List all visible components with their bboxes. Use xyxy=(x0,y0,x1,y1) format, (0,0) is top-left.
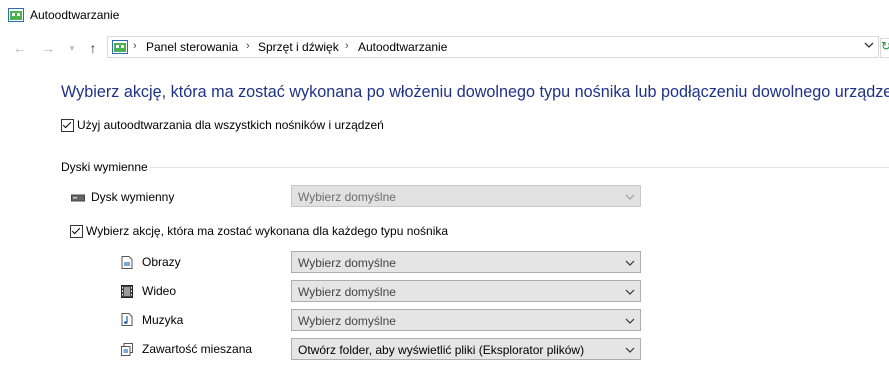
chevron-down-icon xyxy=(625,194,635,200)
removable-drive-select-value: Wybierz domyślne xyxy=(298,190,396,204)
chevron-down-icon xyxy=(625,318,635,324)
chevron-down-icon xyxy=(625,347,635,353)
video-select-value: Wybierz domyślne xyxy=(298,285,396,299)
media-label-wideo: Wideo xyxy=(142,284,177,298)
video-select[interactable]: Wybierz domyślne xyxy=(291,280,641,302)
use-autoplay-checkbox[interactable] xyxy=(61,119,74,132)
address-bar[interactable]: › Panel sterowania › Sprzęt i dźwięk › A… xyxy=(107,36,879,58)
removable-drive-icon xyxy=(71,194,85,202)
music-note-icon xyxy=(121,313,133,326)
music-select[interactable]: Wybierz domyślne xyxy=(291,309,641,331)
breadcrumb-separator: › xyxy=(345,40,349,52)
music-select-value: Wybierz domyślne xyxy=(298,314,396,328)
images-select[interactable]: Wybierz domyślne xyxy=(291,251,641,273)
mixed-content-icon xyxy=(121,343,133,356)
removable-drives-group-title: Dyski wymienne xyxy=(61,160,148,174)
media-label-muzyka: Muzyka xyxy=(142,313,184,327)
media-label-zawartosc-mieszana: Zawartość mieszana xyxy=(142,342,253,356)
arrow-left-icon[interactable]: ← xyxy=(12,40,28,56)
breadcrumb-separator: › xyxy=(133,40,137,52)
navigation-bar: ← → ▾ ↑ › Panel sterowania › Sprzęt i dź… xyxy=(0,34,889,64)
breadcrumb-sprzet-i-dzwiek[interactable]: Sprzęt i dźwięk xyxy=(258,40,339,54)
removable-drive-select[interactable]: Wybierz domyślne xyxy=(291,185,641,207)
arrow-right-icon[interactable]: → xyxy=(40,40,56,56)
chevron-down-icon[interactable]: ▾ xyxy=(64,40,80,56)
film-icon xyxy=(121,285,133,298)
refresh-icon[interactable]: ↻ xyxy=(880,38,889,58)
group-divider xyxy=(150,167,889,168)
address-dropdown-icon[interactable] xyxy=(862,39,876,55)
breadcrumb-separator: › xyxy=(246,40,250,52)
arrow-up-icon[interactable]: ↑ xyxy=(85,40,101,56)
mixed-content-select[interactable]: Otwórz folder, aby wyświetlić pliki (Eks… xyxy=(291,338,641,360)
control-panel-icon xyxy=(112,40,128,54)
page-heading: Wybierz akcję, która ma zostać wykonana … xyxy=(61,83,889,101)
chevron-down-icon xyxy=(625,260,635,266)
image-file-icon xyxy=(121,256,133,269)
removable-drive-label: Dysk wymienny xyxy=(91,190,175,204)
per-media-checkbox[interactable] xyxy=(70,225,83,238)
mixed-content-select-value: Otwórz folder, aby wyświetlić pliki (Eks… xyxy=(298,343,585,357)
chevron-down-icon xyxy=(625,289,635,295)
images-select-value: Wybierz domyślne xyxy=(298,256,396,270)
window-title: Autoodtwarzanie xyxy=(30,8,120,22)
use-autoplay-label[interactable]: Użyj autoodtwarzania dla wszystkich nośn… xyxy=(77,118,384,132)
per-media-label[interactable]: Wybierz akcję, która ma zostać wykonana … xyxy=(86,224,448,238)
autoplay-app-icon xyxy=(8,8,24,22)
breadcrumb-autoodtwarzanie[interactable]: Autoodtwarzanie xyxy=(358,40,447,54)
media-label-obrazy: Obrazy xyxy=(142,255,181,269)
title-bar: Autoodtwarzanie xyxy=(0,0,889,32)
breadcrumb-panel-sterowania[interactable]: Panel sterowania xyxy=(146,40,238,54)
